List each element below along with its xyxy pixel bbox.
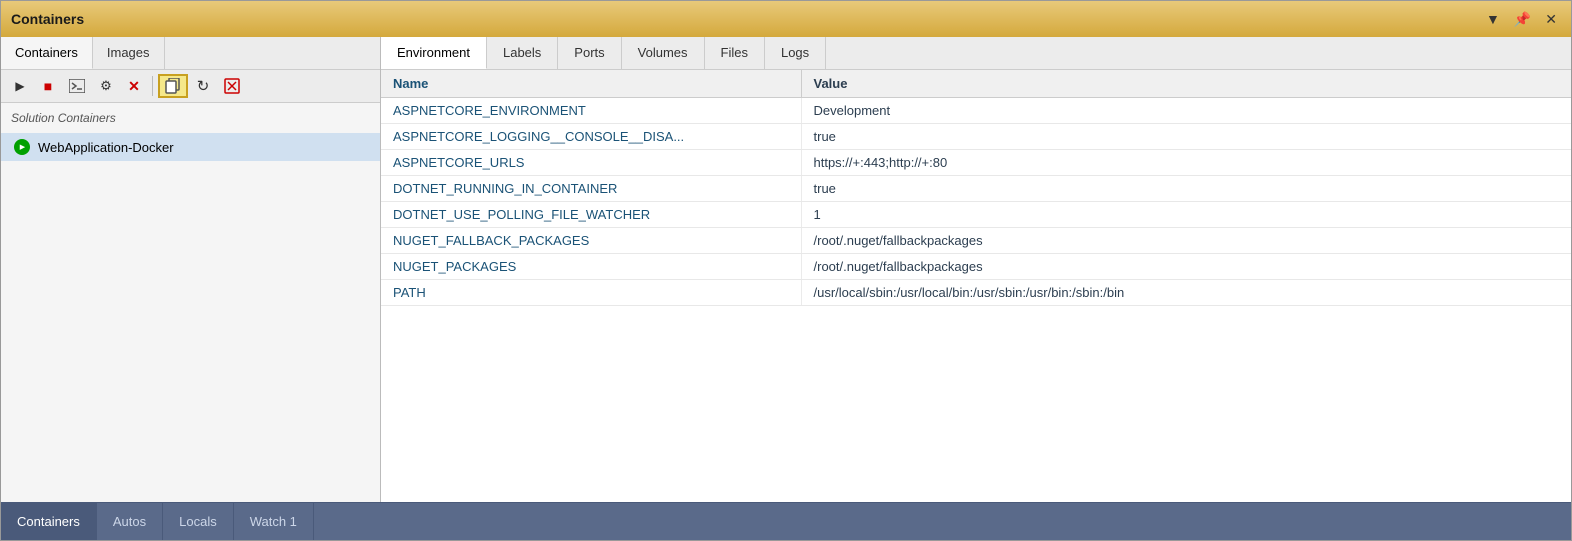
bottom-tab-watch1[interactable]: Watch 1: [234, 503, 314, 540]
tab-images[interactable]: Images: [93, 37, 165, 69]
bottom-tab-autos[interactable]: Autos: [97, 503, 163, 540]
title-bar: Containers ▼ 📌 ✕: [1, 1, 1571, 37]
table-row: ASPNETCORE_LOGGING__CONSOLE__DISA...true: [381, 124, 1571, 150]
toolbar: ▶ ■ ⚙ ✕ ↻: [1, 70, 380, 103]
env-value-cell: Development: [801, 98, 1571, 124]
terminal-icon: [69, 79, 85, 93]
env-name-cell: PATH: [381, 280, 801, 306]
env-name-cell: ASPNETCORE_LOGGING__CONSOLE__DISA...: [381, 124, 801, 150]
window-title: Containers: [11, 11, 84, 27]
section-header: Solution Containers: [1, 103, 380, 129]
start-button[interactable]: ▶: [7, 74, 33, 98]
env-name-cell: DOTNET_RUNNING_IN_CONTAINER: [381, 176, 801, 202]
terminal-button[interactable]: [63, 74, 91, 98]
prune-icon: [224, 78, 240, 94]
bottom-bar: Containers Autos Locals Watch 1: [1, 502, 1571, 540]
container-name: WebApplication-Docker: [38, 140, 174, 155]
tab-ports[interactable]: Ports: [558, 37, 621, 69]
table-row: ASPNETCORE_URLShttps://+:443;http://+:80: [381, 150, 1571, 176]
right-panel: Environment Labels Ports Volumes Files L…: [381, 37, 1571, 502]
container-list: WebApplication-Docker: [1, 129, 380, 165]
col-header-name: Name: [381, 70, 801, 98]
col-header-value: Value: [801, 70, 1571, 98]
dropdown-btn[interactable]: ▼: [1482, 9, 1504, 29]
main-content: Containers Images ▶ ■ ⚙ ✕: [1, 37, 1571, 502]
bottom-tab-locals[interactable]: Locals: [163, 503, 234, 540]
table-row: DOTNET_USE_POLLING_FILE_WATCHER1: [381, 202, 1571, 228]
containers-window: Containers ▼ 📌 ✕ Containers Images ▶ ■: [0, 0, 1572, 541]
tab-environment[interactable]: Environment: [381, 37, 487, 69]
copy-icon: [165, 78, 181, 94]
table-row: PATH/usr/local/sbin:/usr/local/bin:/usr/…: [381, 280, 1571, 306]
right-tabs: Environment Labels Ports Volumes Files L…: [381, 37, 1571, 70]
prune-button[interactable]: [218, 74, 246, 98]
env-name-cell: ASPNETCORE_ENVIRONMENT: [381, 98, 801, 124]
table-row: NUGET_FALLBACK_PACKAGES/root/.nuget/fall…: [381, 228, 1571, 254]
settings-button[interactable]: ⚙: [93, 74, 119, 98]
tab-volumes[interactable]: Volumes: [622, 37, 705, 69]
tab-files[interactable]: Files: [705, 37, 765, 69]
env-value-cell: true: [801, 176, 1571, 202]
table-row: NUGET_PACKAGES/root/.nuget/fallbackpacka…: [381, 254, 1571, 280]
title-bar-controls: ▼ 📌 ✕: [1482, 9, 1561, 30]
env-value-cell: /root/.nuget/fallbackpackages: [801, 228, 1571, 254]
pin-btn[interactable]: 📌: [1510, 9, 1535, 30]
left-panel: Containers Images ▶ ■ ⚙ ✕: [1, 37, 381, 502]
title-bar-left: Containers: [11, 11, 84, 27]
table-row: ASPNETCORE_ENVIRONMENTDevelopment: [381, 98, 1571, 124]
tab-labels[interactable]: Labels: [487, 37, 558, 69]
env-name-cell: NUGET_FALLBACK_PACKAGES: [381, 228, 801, 254]
env-value-cell: 1: [801, 202, 1571, 228]
close-btn[interactable]: ✕: [1541, 9, 1561, 30]
container-item[interactable]: WebApplication-Docker: [1, 133, 380, 161]
table-row: DOTNET_RUNNING_IN_CONTAINERtrue: [381, 176, 1571, 202]
env-name-cell: DOTNET_USE_POLLING_FILE_WATCHER: [381, 202, 801, 228]
bottom-tab-containers[interactable]: Containers: [1, 503, 97, 540]
tab-logs[interactable]: Logs: [765, 37, 826, 69]
copy-button[interactable]: [158, 74, 188, 98]
env-value-cell: https://+:443;http://+:80: [801, 150, 1571, 176]
stop-button[interactable]: ■: [35, 74, 61, 98]
separator: [152, 76, 153, 96]
env-value-cell: /usr/local/sbin:/usr/local/bin:/usr/sbin…: [801, 280, 1571, 306]
delete-button[interactable]: ✕: [121, 74, 147, 98]
environment-table: Name Value ASPNETCORE_ENVIRONMENTDevelop…: [381, 70, 1571, 502]
running-indicator: [14, 139, 30, 155]
refresh-button[interactable]: ↻: [190, 74, 216, 98]
left-tabs: Containers Images: [1, 37, 380, 70]
tab-containers[interactable]: Containers: [1, 37, 93, 69]
env-value-cell: true: [801, 124, 1571, 150]
env-value-cell: /root/.nuget/fallbackpackages: [801, 254, 1571, 280]
env-name-cell: NUGET_PACKAGES: [381, 254, 801, 280]
env-name-cell: ASPNETCORE_URLS: [381, 150, 801, 176]
